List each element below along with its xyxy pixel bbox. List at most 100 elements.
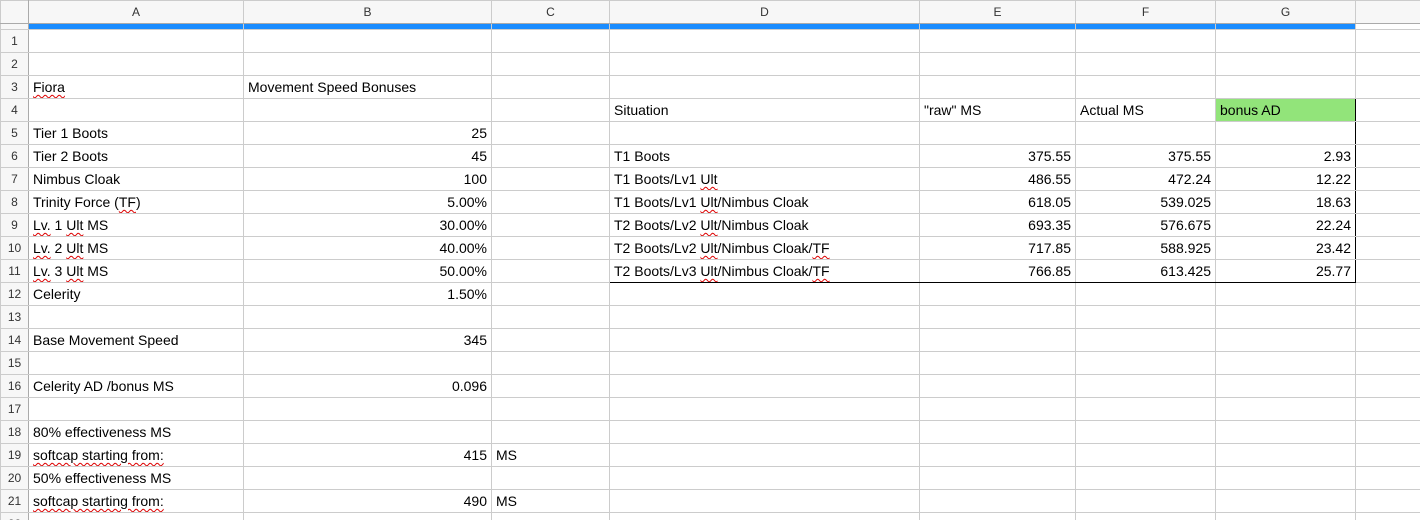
row-header[interactable]: 8: [1, 191, 29, 214]
cell[interactable]: T2 Boots/Lv2 Ult/Nimbus Cloak: [610, 214, 920, 237]
cell[interactable]: [610, 329, 920, 352]
cell[interactable]: 80% effectiveness MS: [29, 421, 244, 444]
row-21[interactable]: 21 softcap starting from: 490 MS: [1, 490, 1420, 513]
row-header[interactable]: 2: [1, 53, 29, 76]
row-20[interactable]: 20 50% effectiveness MS: [1, 467, 1420, 490]
col-header-F[interactable]: F: [1076, 1, 1216, 24]
cell[interactable]: [920, 444, 1076, 467]
col-header-E[interactable]: E: [920, 1, 1076, 24]
cell[interactable]: 22.24: [1216, 214, 1356, 237]
cell[interactable]: [920, 283, 1076, 306]
cell[interactable]: [244, 352, 492, 375]
row-7[interactable]: 7 Nimbus Cloak 100 T1 Boots/Lv1 Ult 486.…: [1, 168, 1420, 191]
cell[interactable]: [1356, 99, 1420, 122]
cell[interactable]: 472.24: [1076, 168, 1216, 191]
row-3[interactable]: 3 Fiora Movement Speed Bonuses: [1, 76, 1420, 99]
row-22[interactable]: 22: [1, 513, 1420, 520]
cell[interactable]: [1356, 513, 1420, 520]
row-13[interactable]: 13: [1, 306, 1420, 329]
cell[interactable]: [244, 306, 492, 329]
cell-header-situation[interactable]: Situation: [610, 99, 920, 122]
row-header[interactable]: 10: [1, 237, 29, 260]
cell[interactable]: 2.93: [1216, 145, 1356, 168]
row-header[interactable]: 1: [1, 30, 29, 53]
cell[interactable]: [492, 513, 610, 520]
cell[interactable]: [920, 467, 1076, 490]
cell[interactable]: [1356, 122, 1420, 145]
cell[interactable]: [244, 30, 492, 53]
cell[interactable]: [610, 306, 920, 329]
cell[interactable]: [1356, 214, 1420, 237]
cell[interactable]: 375.55: [1076, 145, 1216, 168]
col-header-A[interactable]: A: [29, 1, 244, 24]
cell[interactable]: [492, 237, 610, 260]
cell[interactable]: 18.63: [1216, 191, 1356, 214]
row-2[interactable]: 2: [1, 53, 1420, 76]
cell[interactable]: [920, 421, 1076, 444]
cell[interactable]: [610, 53, 920, 76]
cell[interactable]: Lv. 2 Ult MS: [29, 237, 244, 260]
cell[interactable]: Tier 2 Boots: [29, 145, 244, 168]
row-header[interactable]: 16: [1, 375, 29, 398]
row-11[interactable]: 11 Lv. 3 Ult MS 50.00% T2 Boots/Lv3 Ult/…: [1, 260, 1420, 283]
col-header-B[interactable]: B: [244, 1, 492, 24]
cell[interactable]: 1.50%: [244, 283, 492, 306]
grid[interactable]: A B C D E F G 1 2 3 Fiora Movement Speed…: [0, 0, 1420, 520]
cell[interactable]: 588.925: [1076, 237, 1216, 260]
row-12[interactable]: 12 Celerity 1.50%: [1, 283, 1420, 306]
cell[interactable]: [244, 99, 492, 122]
cell[interactable]: 40.00%: [244, 237, 492, 260]
cell[interactable]: [1216, 306, 1356, 329]
cell[interactable]: [1216, 329, 1356, 352]
cell[interactable]: [1356, 444, 1420, 467]
row-10[interactable]: 10 Lv. 2 Ult MS 40.00% T2 Boots/Lv2 Ult/…: [1, 237, 1420, 260]
row-header[interactable]: 7: [1, 168, 29, 191]
cell[interactable]: Celerity: [29, 283, 244, 306]
row-header[interactable]: 20: [1, 467, 29, 490]
cell[interactable]: [1216, 76, 1356, 99]
cell[interactable]: [1356, 375, 1420, 398]
cell[interactable]: 100: [244, 168, 492, 191]
cell[interactable]: Nimbus Cloak: [29, 168, 244, 191]
cell[interactable]: [920, 122, 1076, 145]
cell-header-actual[interactable]: Actual MS: [1076, 99, 1216, 122]
row-header[interactable]: 3: [1, 76, 29, 99]
cell[interactable]: [29, 30, 244, 53]
cell[interactable]: 486.55: [920, 168, 1076, 191]
cell[interactable]: MS: [492, 444, 610, 467]
cell[interactable]: T2 Boots/Lv3 Ult/Nimbus Cloak/TF: [610, 260, 920, 283]
cell[interactable]: [1216, 30, 1356, 53]
cell[interactable]: [610, 76, 920, 99]
row-header[interactable]: 5: [1, 122, 29, 145]
cell[interactable]: [920, 53, 1076, 76]
cell[interactable]: [1076, 398, 1216, 421]
cell[interactable]: [492, 76, 610, 99]
row-9[interactable]: 9 Lv. 1 Ult MS 30.00% T2 Boots/Lv2 Ult/N…: [1, 214, 1420, 237]
cell[interactable]: [1216, 352, 1356, 375]
cell[interactable]: 30.00%: [244, 214, 492, 237]
cell[interactable]: [610, 30, 920, 53]
cell[interactable]: 613.425: [1076, 260, 1216, 283]
row-17[interactable]: 17: [1, 398, 1420, 421]
row-header[interactable]: 6: [1, 145, 29, 168]
cell[interactable]: Lv. 3 Ult MS: [29, 260, 244, 283]
cell[interactable]: [1356, 76, 1420, 99]
cell[interactable]: [29, 53, 244, 76]
row-4[interactable]: 4 Situation "raw" MS Actual MS bonus AD: [1, 99, 1420, 122]
cell[interactable]: T1 Boots/Lv1 Ult/Nimbus Cloak: [610, 191, 920, 214]
cell[interactable]: softcap starting from:: [29, 444, 244, 467]
cell[interactable]: [492, 99, 610, 122]
cell[interactable]: [920, 490, 1076, 513]
row-14[interactable]: 14 Base Movement Speed 345: [1, 329, 1420, 352]
cell[interactable]: 618.05: [920, 191, 1076, 214]
cell-title[interactable]: Fiora: [29, 76, 244, 99]
cell[interactable]: T1 Boots/Lv1 Ult: [610, 168, 920, 191]
cell[interactable]: [492, 191, 610, 214]
cell-header-bonus-ad[interactable]: bonus AD: [1216, 99, 1356, 122]
cell[interactable]: [492, 306, 610, 329]
cell[interactable]: [1076, 329, 1216, 352]
cell[interactable]: [1356, 168, 1420, 191]
cell[interactable]: [920, 76, 1076, 99]
cell[interactable]: [1076, 306, 1216, 329]
cell[interactable]: [1356, 283, 1420, 306]
